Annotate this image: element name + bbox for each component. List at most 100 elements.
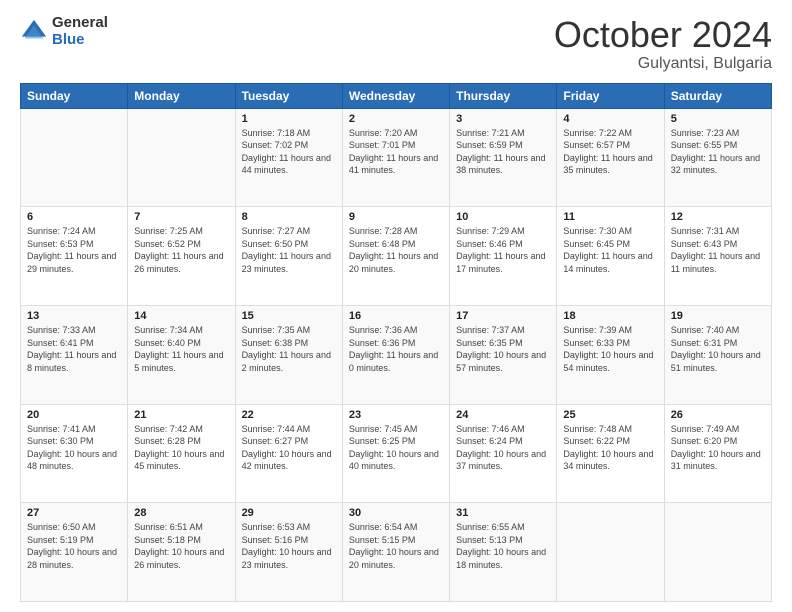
calendar-header-row: Sunday Monday Tuesday Wednesday Thursday… (21, 83, 772, 108)
day-number: 6 (27, 211, 121, 223)
day-info: Sunrise: 7:25 AMSunset: 6:52 PMDaylight:… (134, 225, 228, 275)
calendar-cell: 20 Sunrise: 7:41 AMSunset: 6:30 PMDaylig… (21, 404, 128, 503)
day-number: 22 (242, 409, 336, 421)
day-info: Sunrise: 7:18 AMSunset: 7:02 PMDaylight:… (242, 127, 336, 177)
calendar-week-row: 6 Sunrise: 7:24 AMSunset: 6:53 PMDayligh… (21, 207, 772, 306)
logo-text: General Blue (52, 15, 108, 48)
logo-general: General (52, 15, 108, 32)
day-number: 3 (456, 113, 550, 125)
calendar-cell: 1 Sunrise: 7:18 AMSunset: 7:02 PMDayligh… (235, 108, 342, 207)
col-monday: Monday (128, 83, 235, 108)
day-info: Sunrise: 7:24 AMSunset: 6:53 PMDaylight:… (27, 225, 121, 275)
calendar-cell: 7 Sunrise: 7:25 AMSunset: 6:52 PMDayligh… (128, 207, 235, 306)
calendar-cell: 3 Sunrise: 7:21 AMSunset: 6:59 PMDayligh… (450, 108, 557, 207)
logo-blue: Blue (52, 32, 108, 49)
calendar-cell: 19 Sunrise: 7:40 AMSunset: 6:31 PMDaylig… (664, 305, 771, 404)
col-saturday: Saturday (664, 83, 771, 108)
day-number: 29 (242, 507, 336, 519)
calendar-cell: 13 Sunrise: 7:33 AMSunset: 6:41 PMDaylig… (21, 305, 128, 404)
calendar-cell: 25 Sunrise: 7:48 AMSunset: 6:22 PMDaylig… (557, 404, 664, 503)
col-friday: Friday (557, 83, 664, 108)
month-title: October 2024 (554, 15, 772, 55)
calendar-cell: 23 Sunrise: 7:45 AMSunset: 6:25 PMDaylig… (342, 404, 449, 503)
day-info: Sunrise: 7:22 AMSunset: 6:57 PMDaylight:… (563, 127, 657, 177)
day-info: Sunrise: 7:41 AMSunset: 6:30 PMDaylight:… (27, 423, 121, 473)
calendar-week-row: 20 Sunrise: 7:41 AMSunset: 6:30 PMDaylig… (21, 404, 772, 503)
day-info: Sunrise: 7:27 AMSunset: 6:50 PMDaylight:… (242, 225, 336, 275)
day-number: 16 (349, 310, 443, 322)
day-number: 9 (349, 211, 443, 223)
calendar-cell: 9 Sunrise: 7:28 AMSunset: 6:48 PMDayligh… (342, 207, 449, 306)
day-info: Sunrise: 7:31 AMSunset: 6:43 PMDaylight:… (671, 225, 765, 275)
day-info: Sunrise: 7:44 AMSunset: 6:27 PMDaylight:… (242, 423, 336, 473)
day-number: 23 (349, 409, 443, 421)
page: General Blue October 2024 Gulyantsi, Bul… (0, 0, 792, 612)
calendar-cell: 26 Sunrise: 7:49 AMSunset: 6:20 PMDaylig… (664, 404, 771, 503)
day-info: Sunrise: 7:35 AMSunset: 6:38 PMDaylight:… (242, 324, 336, 374)
day-number: 4 (563, 113, 657, 125)
day-info: Sunrise: 6:51 AMSunset: 5:18 PMDaylight:… (134, 521, 228, 571)
day-number: 25 (563, 409, 657, 421)
day-number: 5 (671, 113, 765, 125)
day-info: Sunrise: 7:28 AMSunset: 6:48 PMDaylight:… (349, 225, 443, 275)
day-number: 14 (134, 310, 228, 322)
col-tuesday: Tuesday (235, 83, 342, 108)
logo: General Blue (20, 15, 108, 48)
calendar-cell: 18 Sunrise: 7:39 AMSunset: 6:33 PMDaylig… (557, 305, 664, 404)
day-info: Sunrise: 7:23 AMSunset: 6:55 PMDaylight:… (671, 127, 765, 177)
calendar-week-row: 1 Sunrise: 7:18 AMSunset: 7:02 PMDayligh… (21, 108, 772, 207)
calendar-cell: 21 Sunrise: 7:42 AMSunset: 6:28 PMDaylig… (128, 404, 235, 503)
day-info: Sunrise: 6:53 AMSunset: 5:16 PMDaylight:… (242, 521, 336, 571)
calendar-cell: 16 Sunrise: 7:36 AMSunset: 6:36 PMDaylig… (342, 305, 449, 404)
calendar-cell: 5 Sunrise: 7:23 AMSunset: 6:55 PMDayligh… (664, 108, 771, 207)
day-info: Sunrise: 7:36 AMSunset: 6:36 PMDaylight:… (349, 324, 443, 374)
day-info: Sunrise: 6:54 AMSunset: 5:15 PMDaylight:… (349, 521, 443, 571)
day-number: 31 (456, 507, 550, 519)
calendar-cell: 28 Sunrise: 6:51 AMSunset: 5:18 PMDaylig… (128, 503, 235, 602)
day-number: 12 (671, 211, 765, 223)
day-number: 28 (134, 507, 228, 519)
calendar-cell: 31 Sunrise: 6:55 AMSunset: 5:13 PMDaylig… (450, 503, 557, 602)
day-info: Sunrise: 7:49 AMSunset: 6:20 PMDaylight:… (671, 423, 765, 473)
day-info: Sunrise: 7:37 AMSunset: 6:35 PMDaylight:… (456, 324, 550, 374)
day-number: 17 (456, 310, 550, 322)
calendar-cell: 15 Sunrise: 7:35 AMSunset: 6:38 PMDaylig… (235, 305, 342, 404)
calendar-table: Sunday Monday Tuesday Wednesday Thursday… (20, 83, 772, 602)
calendar-cell: 29 Sunrise: 6:53 AMSunset: 5:16 PMDaylig… (235, 503, 342, 602)
day-info: Sunrise: 7:39 AMSunset: 6:33 PMDaylight:… (563, 324, 657, 374)
calendar-cell: 2 Sunrise: 7:20 AMSunset: 7:01 PMDayligh… (342, 108, 449, 207)
day-info: Sunrise: 7:46 AMSunset: 6:24 PMDaylight:… (456, 423, 550, 473)
day-number: 13 (27, 310, 121, 322)
day-number: 21 (134, 409, 228, 421)
day-number: 11 (563, 211, 657, 223)
calendar-cell: 10 Sunrise: 7:29 AMSunset: 6:46 PMDaylig… (450, 207, 557, 306)
calendar-cell: 14 Sunrise: 7:34 AMSunset: 6:40 PMDaylig… (128, 305, 235, 404)
calendar-week-row: 27 Sunrise: 6:50 AMSunset: 5:19 PMDaylig… (21, 503, 772, 602)
day-info: Sunrise: 6:55 AMSunset: 5:13 PMDaylight:… (456, 521, 550, 571)
day-number: 8 (242, 211, 336, 223)
day-number: 19 (671, 310, 765, 322)
calendar-cell (664, 503, 771, 602)
day-number: 7 (134, 211, 228, 223)
col-wednesday: Wednesday (342, 83, 449, 108)
day-number: 24 (456, 409, 550, 421)
location: Gulyantsi, Bulgaria (554, 55, 772, 73)
calendar-cell: 17 Sunrise: 7:37 AMSunset: 6:35 PMDaylig… (450, 305, 557, 404)
day-info: Sunrise: 7:30 AMSunset: 6:45 PMDaylight:… (563, 225, 657, 275)
day-number: 18 (563, 310, 657, 322)
day-number: 15 (242, 310, 336, 322)
day-number: 30 (349, 507, 443, 519)
day-info: Sunrise: 7:42 AMSunset: 6:28 PMDaylight:… (134, 423, 228, 473)
calendar-cell: 27 Sunrise: 6:50 AMSunset: 5:19 PMDaylig… (21, 503, 128, 602)
col-thursday: Thursday (450, 83, 557, 108)
calendar-week-row: 13 Sunrise: 7:33 AMSunset: 6:41 PMDaylig… (21, 305, 772, 404)
calendar-cell: 11 Sunrise: 7:30 AMSunset: 6:45 PMDaylig… (557, 207, 664, 306)
day-number: 2 (349, 113, 443, 125)
header: General Blue October 2024 Gulyantsi, Bul… (20, 15, 772, 73)
day-number: 1 (242, 113, 336, 125)
calendar-cell: 30 Sunrise: 6:54 AMSunset: 5:15 PMDaylig… (342, 503, 449, 602)
day-info: Sunrise: 7:29 AMSunset: 6:46 PMDaylight:… (456, 225, 550, 275)
day-info: Sunrise: 7:20 AMSunset: 7:01 PMDaylight:… (349, 127, 443, 177)
calendar-cell: 12 Sunrise: 7:31 AMSunset: 6:43 PMDaylig… (664, 207, 771, 306)
day-number: 27 (27, 507, 121, 519)
